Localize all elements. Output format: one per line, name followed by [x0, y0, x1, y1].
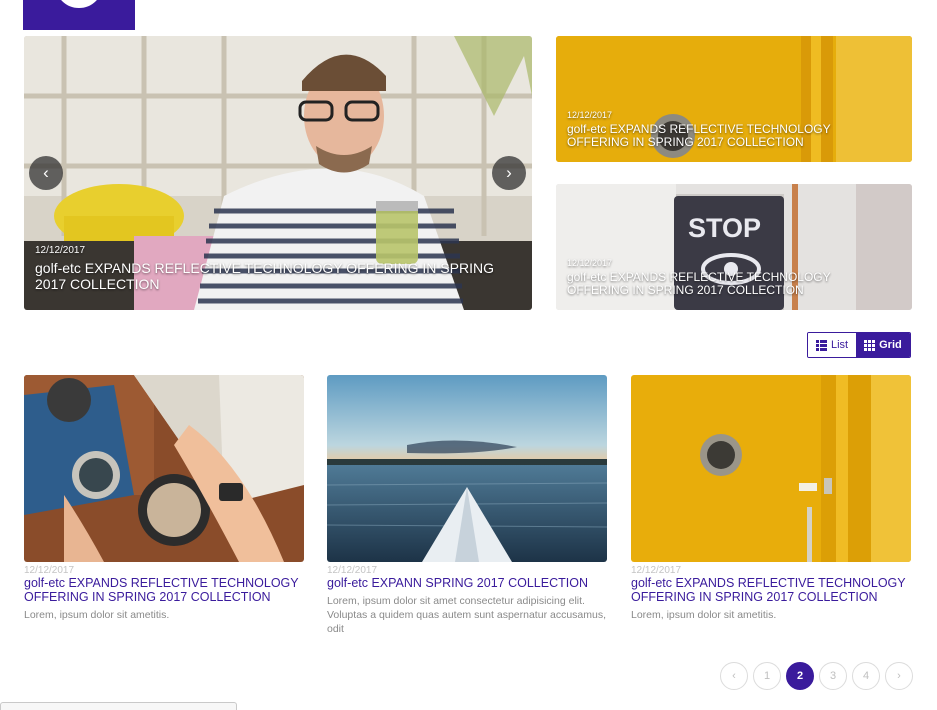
photo-yellow-door — [631, 375, 911, 562]
carousel-prev-button[interactable]: ‹ — [29, 156, 63, 190]
site-logo[interactable] — [23, 0, 135, 30]
side-caption: 12/12/2017 golf-etc EXPANDS REFLECTIVE T… — [567, 110, 892, 149]
side-title[interactable]: golf-etc EXPANDS REFLECTIVE TECHNOLOGY O… — [567, 123, 892, 149]
article-title[interactable]: golf-etc EXPANN SPRING 2017 COLLECTION — [327, 576, 607, 590]
bottom-panel-edge — [0, 702, 237, 710]
pagination-prev-button[interactable]: ‹ — [720, 662, 748, 690]
article-date: 12/12/2017 — [327, 565, 378, 576]
photo-kayak-lake — [327, 375, 607, 562]
article-excerpt: Lorem, ipsum dolor sit amet consectetur … — [327, 595, 606, 635]
chevron-right-icon: › — [506, 163, 512, 182]
side-date: 12/12/2017 — [567, 110, 613, 120]
article-title[interactable]: golf-etc EXPANDS REFLECTIVE TECHNOLOGY O… — [24, 576, 304, 604]
article-card[interactable]: 12/12/2017 golf-etc EXPANDS REFLECTIVE T… — [631, 375, 911, 622]
featured-main-slide[interactable]: ‹ › 12/12/2017 golf-etc EXPANDS REFLECTI… — [24, 36, 532, 310]
side-caption: 12/12/2017 golf-etc EXPANDS REFLECTIVE T… — [567, 258, 892, 297]
chevron-right-icon: › — [897, 670, 901, 682]
chevron-left-icon: ‹ — [43, 163, 49, 182]
article-title[interactable]: golf-etc EXPANDS REFLECTIVE TECHNOLOGY O… — [631, 576, 911, 604]
page-3-button[interactable]: 3 — [819, 662, 847, 690]
side-date: 12/12/2017 — [567, 258, 613, 268]
chevron-left-icon: ‹ — [732, 670, 736, 682]
carousel-next-button[interactable]: › — [492, 156, 526, 190]
featured-side-item[interactable]: STOP 12/12/2017 golf-etc EXPANDS REFLECT… — [556, 184, 912, 310]
svg-text:STOP: STOP — [688, 213, 761, 243]
hero-date: 12/12/2017 — [35, 245, 86, 256]
side-title[interactable]: golf-etc EXPANDS REFLECTIVE TECHNOLOGY O… — [567, 271, 892, 297]
article-date: 12/12/2017 — [631, 565, 682, 576]
pagination-next-button[interactable]: › — [885, 662, 913, 690]
list-icon — [816, 339, 827, 351]
view-toggle: List Grid — [807, 332, 911, 358]
article-card[interactable]: 12/12/2017 golf-etc EXPANDS REFLECTIVE T… — [24, 375, 304, 622]
page-2-button[interactable]: 2 — [786, 662, 814, 690]
photo-coffee-table — [24, 375, 304, 562]
article-date: 12/12/2017 — [24, 565, 75, 576]
featured-side-item[interactable]: 12/12/2017 golf-etc EXPANDS REFLECTIVE T… — [556, 36, 912, 162]
list-view-label: List — [831, 339, 849, 351]
article-image[interactable] — [631, 375, 911, 562]
grid-view-button[interactable]: Grid — [856, 333, 910, 357]
page-4-button[interactable]: 4 — [852, 662, 880, 690]
hero-caption: 12/12/2017 golf-etc EXPANDS REFLECTIVE T… — [35, 245, 512, 292]
hero-title[interactable]: golf-etc EXPANDS REFLECTIVE TECHNOLOGY O… — [35, 260, 512, 292]
article-image[interactable] — [327, 375, 607, 562]
grid-view-label: Grid — [879, 339, 902, 351]
article-excerpt: Lorem, ipsum dolor sit ametitis. — [24, 609, 170, 621]
article-image[interactable] — [24, 375, 304, 562]
logo-mark — [55, 0, 103, 8]
article-excerpt: Lorem, ipsum dolor sit ametitis. — [631, 609, 777, 621]
page-1-button[interactable]: 1 — [753, 662, 781, 690]
list-view-button[interactable]: List — [808, 333, 857, 357]
grid-icon — [864, 339, 876, 351]
article-card[interactable]: 12/12/2017 golf-etc EXPANN SPRING 2017 C… — [327, 375, 607, 636]
pagination: ‹ 1 2 3 4 › — [720, 662, 913, 690]
